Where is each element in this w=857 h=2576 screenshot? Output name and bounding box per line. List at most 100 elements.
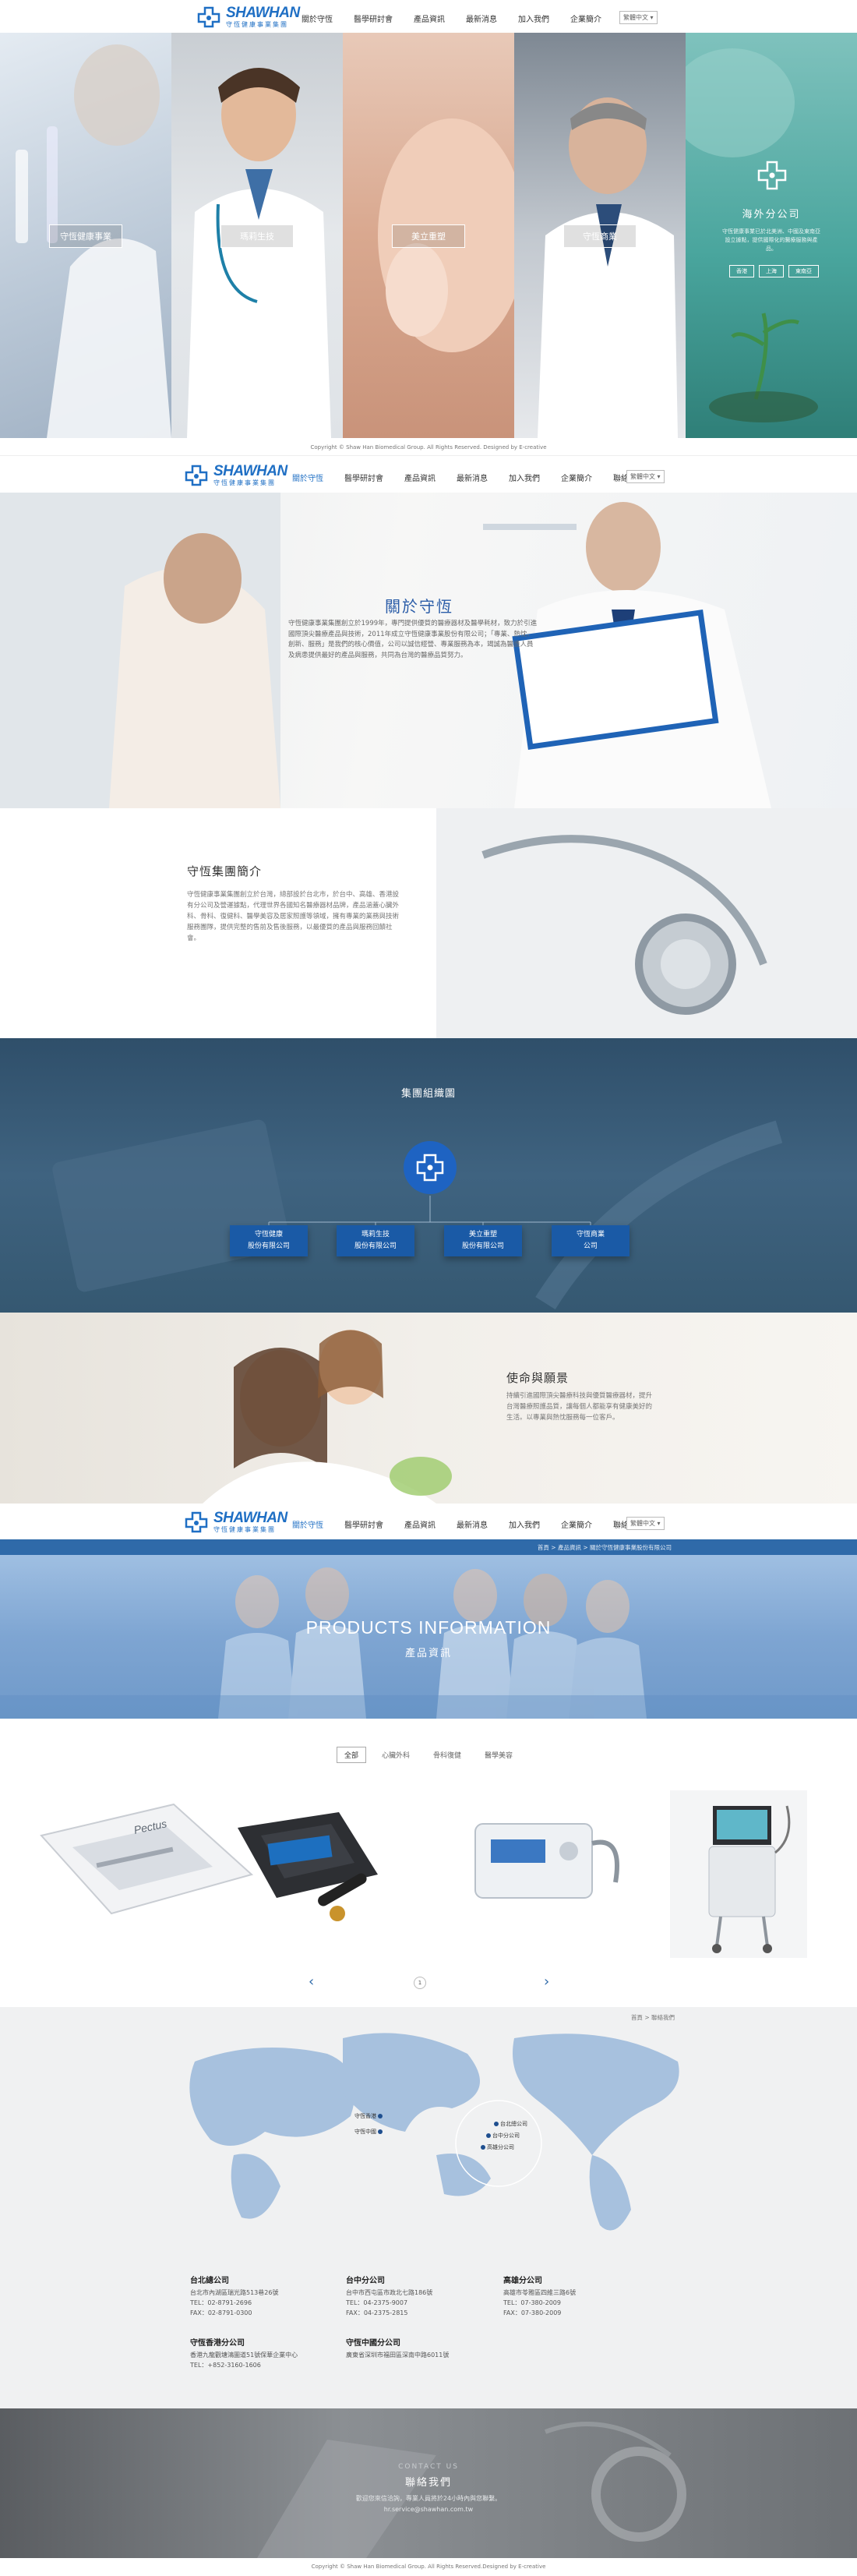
- panel-lab[interactable]: 守恆健康事業: [0, 33, 171, 438]
- language-select[interactable]: 繁體中文 ▾: [626, 470, 665, 483]
- contact-email[interactable]: hr.service@shawhan.com.tw: [0, 2506, 857, 2513]
- pin-label-taipei[interactable]: 台北總公司: [500, 2120, 527, 2128]
- nav-item-seminar[interactable]: 醫學研討會: [354, 12, 393, 24]
- org-box-meili[interactable]: 美立重塑 股份有限公司: [444, 1225, 522, 1256]
- products-header: SHAWHAN 守恆健康事業集團 關於守恆 醫學研討會 產品資訊 最新消息 加入我…: [0, 1504, 857, 1539]
- overseas-link-hk[interactable]: 香港: [729, 265, 754, 277]
- breadcrumb[interactable]: 首頁 > 產品資訊 > 關於守恆健康事業股份有限公司: [538, 1543, 672, 1552]
- main-nav: 關於守恆 醫學研討會 產品資訊 最新消息 加入我們 企業簡介 聯絡我們: [302, 12, 654, 24]
- org-box-shawhan[interactable]: 守恆健康 股份有限公司: [230, 1225, 308, 1256]
- branch-fax: FAX：02-8791-0300: [190, 2309, 252, 2316]
- carousel-prev-button[interactable]: ‹: [309, 1974, 314, 1990]
- nav-item-news[interactable]: 最新消息: [457, 472, 488, 483]
- nav-item-about[interactable]: 關於守恆: [292, 1518, 323, 1530]
- nav-item-join[interactable]: 加入我們: [518, 12, 549, 24]
- panel-button-meili[interactable]: 美立重塑: [392, 224, 465, 248]
- nav-item-seminar[interactable]: 醫學研討會: [344, 1518, 383, 1530]
- nav-item-join[interactable]: 加入我們: [509, 472, 540, 483]
- brand-name-en: SHAWHAN: [213, 463, 287, 479]
- intro-text: 守恆健康事業集團創立於台灣，總部設於台北市，於台中、高雄、香港設有分公司及營運據…: [187, 891, 400, 942]
- panel-button-shawhan[interactable]: 守恆健康事業: [49, 224, 122, 248]
- brand-logo-2[interactable]: SHAWHAN 守恆健康事業集團: [184, 464, 287, 486]
- panel-button-commerce[interactable]: 守恆商業: [563, 224, 637, 248]
- brand-logo[interactable]: SHAWHAN 守恆健康事業集團: [196, 5, 300, 28]
- intro-title: 守恆集團簡介: [187, 864, 263, 878]
- cross-logo-icon: [185, 1511, 208, 1532]
- nav-item-about[interactable]: 關於守恆: [302, 12, 333, 24]
- org-connectors: [268, 1196, 591, 1239]
- mission-section: 使命與願景 持續引進國際頂尖醫療科技與優質醫療器材，提升台灣醫療照護品質，讓每個…: [0, 1313, 857, 1504]
- pin-label-hk[interactable]: 守恆香港: [354, 2112, 376, 2120]
- branch-name: 台中分公司: [346, 2277, 385, 2285]
- branch-address[interactable]: 香港九龍觀塘鴻圖道51號保華企業中心: [190, 2350, 346, 2360]
- nav-item-news[interactable]: 最新消息: [466, 12, 497, 24]
- org-box-commerce[interactable]: 守恆商業 公司: [552, 1225, 630, 1256]
- nav-item-seminar[interactable]: 醫學研討會: [344, 472, 383, 483]
- nav-item-join[interactable]: 加入我們: [509, 1518, 540, 1530]
- nav-item-products[interactable]: 產品資訊: [404, 472, 436, 483]
- branch-fax: FAX：04-2375-2815: [346, 2309, 408, 2316]
- product-image-3: [474, 1823, 619, 1899]
- language-select[interactable]: 繁體中文 ▾: [619, 11, 658, 24]
- branch-name: 守恆中國分公司: [346, 2339, 400, 2348]
- tab-cardio[interactable]: 心臟外科: [374, 1747, 418, 1763]
- mission-title: 使命與願景: [506, 1371, 570, 1385]
- brand-logo-3[interactable]: SHAWHAN 守恆健康事業集團: [184, 1511, 287, 1533]
- products-nav: 關於守恆 醫學研討會 產品資訊 最新消息 加入我們 企業簡介 聯絡我們: [292, 1518, 644, 1530]
- panel-beauty[interactable]: 美立重塑: [343, 33, 514, 438]
- nav-item-about[interactable]: 關於守恆: [292, 472, 323, 483]
- about-title: 關於守恆: [385, 597, 453, 616]
- footer-bar-1: Copyright © Shaw Han Biomedical Group. A…: [0, 438, 857, 455]
- about-hero: 關於守恆 守恆健康事業集團創立於1999年，專門提供優質的醫療器材及醫學耗材，致…: [0, 493, 857, 808]
- brand-name-en: SHAWHAN: [213, 1510, 287, 1526]
- nav-item-company[interactable]: 企業簡介: [570, 12, 601, 24]
- contact-banner: CONTACT US 聯絡我們 歡迎您來信洽詢，專業人員將於24小時內與您聯繫。…: [0, 2408, 857, 2558]
- copyright-1: Copyright © Shaw Han Biomedical Group. A…: [310, 444, 547, 451]
- panel-business[interactable]: 守恆商業: [514, 33, 686, 438]
- carousel-page-indicator[interactable]: 1: [414, 1977, 426, 1989]
- branch-hongkong: 守恆香港分公司 香港九龍觀塘鴻圖道51號保華企業中心 TEL：+852-3160…: [190, 2338, 346, 2370]
- overseas-title: 海外分公司: [742, 209, 801, 221]
- nav-item-products[interactable]: 產品資訊: [404, 1518, 436, 1530]
- pin-label-kaohsiung[interactable]: 高雄分公司: [487, 2143, 514, 2151]
- about-text: 守恆健康事業集團創立於1999年，專門提供優質的醫療器材及醫學耗材，致力於引進國…: [288, 620, 538, 659]
- nav-item-news[interactable]: 最新消息: [457, 1518, 488, 1530]
- branch-address[interactable]: 台北市內湖區瑞光路513巷26號: [190, 2288, 330, 2298]
- overseas-links: 香港 上海 東南亞: [729, 265, 819, 277]
- product-card-2[interactable]: [222, 1781, 401, 1937]
- tab-all[interactable]: 全部: [336, 1747, 366, 1763]
- panel-button-mary[interactable]: 瑪莉生技: [220, 224, 294, 248]
- overseas-link-sh[interactable]: 上海: [759, 265, 784, 277]
- brand-name-cn: 守恆健康事業集團: [226, 21, 288, 28]
- panel-doctor[interactable]: 瑪莉生技: [171, 33, 343, 438]
- products-title-en: PRODUCTS INFORMATION: [305, 1617, 552, 1638]
- tab-ortho[interactable]: 骨科復健: [425, 1747, 469, 1763]
- branch-name: 高雄分公司: [503, 2277, 542, 2285]
- carousel-next-button[interactable]: ›: [544, 1974, 549, 1990]
- nav-item-products[interactable]: 產品資訊: [414, 12, 445, 24]
- tab-aesthetic[interactable]: 醫學美容: [477, 1747, 520, 1763]
- product-card-3[interactable]: [460, 1781, 631, 1937]
- language-select[interactable]: 繁體中文 ▾: [626, 1517, 665, 1530]
- org-box-mary[interactable]: 瑪莉生技 股份有限公司: [337, 1225, 414, 1256]
- overseas-link-sea[interactable]: 東南亞: [788, 265, 819, 277]
- branch-name: 守恆香港分公司: [190, 2339, 245, 2348]
- panel-overseas[interactable]: 海外分公司 守恆健康事業已於北美洲、中國及東南亞設立據點，提供國際化的醫療服務與…: [686, 33, 857, 438]
- pin-label-taichung[interactable]: 台中分公司: [492, 2132, 520, 2140]
- stethoscope-illustration: [436, 808, 857, 1038]
- product-image-2: [238, 1812, 378, 1921]
- product-image-4: [708, 1805, 791, 1953]
- brand-name-en: SHAWHAN: [226, 5, 300, 21]
- product-card-4[interactable]: [670, 1790, 807, 1958]
- branch-address[interactable]: 廣東省深圳市福田區深南中路6011號: [346, 2350, 502, 2360]
- pin-label-cn[interactable]: 守恆中國: [354, 2128, 376, 2136]
- overseas-cross-icon: [757, 161, 787, 190]
- nav-item-company[interactable]: 企業簡介: [561, 1518, 592, 1530]
- product-tabs: 全部 心臟外科 骨科復健 醫學美容: [0, 1747, 857, 1763]
- branch-taipei: 台北總公司 台北市內湖區瑞光路513巷26號 TEL：02-8791-2696 …: [190, 2276, 330, 2318]
- branch-kaohsiung: 高雄分公司 高雄市苓雅區四維三路6號 TEL：07-380-2009 FAX：0…: [503, 2276, 644, 2318]
- branch-china: 守恆中國分公司 廣東省深圳市福田區深南中路6011號: [346, 2338, 502, 2360]
- nav-item-company[interactable]: 企業簡介: [561, 472, 592, 483]
- branch-address[interactable]: 台中市西屯區市政北七路186號: [346, 2288, 486, 2298]
- branch-address[interactable]: 高雄市苓雅區四維三路6號: [503, 2288, 644, 2298]
